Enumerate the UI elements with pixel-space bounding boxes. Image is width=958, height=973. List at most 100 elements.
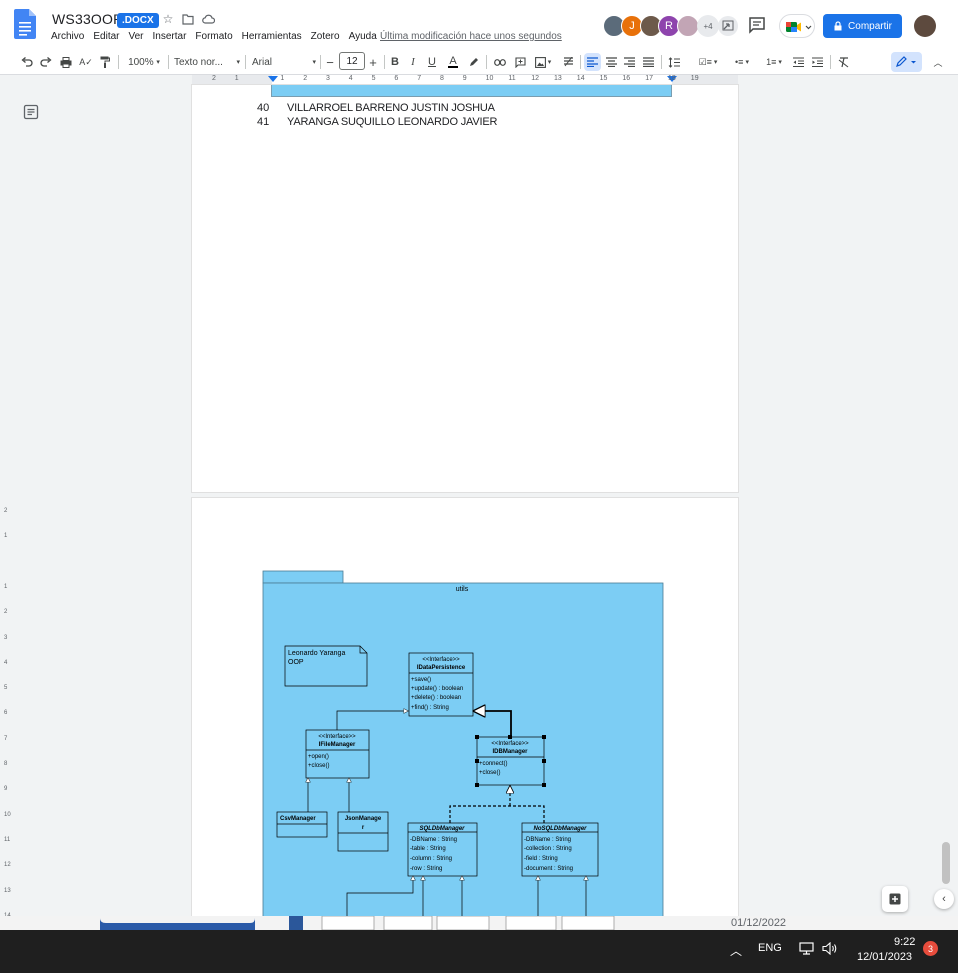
redo-icon[interactable]: [38, 53, 54, 71]
menu-editar[interactable]: Editar: [93, 31, 119, 42]
ruler-label: 3: [4, 634, 8, 641]
ruler-label: 2: [4, 508, 8, 514]
ruler-label: 2: [4, 609, 8, 616]
align-right-icon[interactable]: [622, 53, 637, 71]
menu-archivo[interactable]: Archivo: [51, 31, 84, 42]
editing-mode-button[interactable]: [891, 52, 922, 72]
underline-icon[interactable]: U: [425, 53, 439, 71]
ruler-label: 1: [234, 75, 239, 82]
explore-button[interactable]: [882, 886, 908, 912]
show-hidden-icons-icon[interactable]: ︿: [729, 942, 743, 959]
side-panel-toggle-icon[interactable]: ‹: [934, 889, 954, 909]
increase-indent-icon[interactable]: [810, 53, 825, 71]
menu-zotero[interactable]: Zotero: [311, 31, 340, 42]
collapse-icon[interactable]: ︿: [931, 53, 945, 71]
uml-class-diagram[interactable]: utils Leonardo Yaranga OOP <<Interface>>…: [262, 570, 664, 918]
ruler-label: 2: [212, 75, 216, 82]
text-color-icon[interactable]: A: [445, 53, 461, 71]
font-size-input[interactable]: 12: [339, 52, 365, 70]
paragraph-style-select[interactable]: Texto nor... ▾: [174, 53, 240, 71]
ruler-label: 17: [645, 75, 653, 82]
star-icon[interactable]: ☆: [160, 11, 176, 27]
notification-badge[interactable]: 3: [923, 941, 938, 956]
bold-icon[interactable]: B: [388, 53, 402, 71]
vertical-ruler: 211234567891011121314: [0, 85, 14, 919]
ruler-label: 13: [554, 75, 562, 82]
ruler-label: 14: [576, 75, 585, 82]
cloud-status-icon[interactable]: [200, 11, 216, 27]
checklist-icon[interactable]: ☑≡ ▾: [694, 53, 722, 71]
class-ifilemanager: <<Interface>> IFileManager +open() +clos…: [305, 729, 370, 779]
italic-icon[interactable]: I: [406, 53, 420, 71]
language-indicator[interactable]: ENG: [758, 942, 782, 954]
document-outline-icon[interactable]: [23, 104, 39, 120]
class-idbmanager: <<Interface>> IDBManager +connect() +clo…: [475, 735, 546, 787]
bullet-list-icon[interactable]: •≡ ▾: [728, 53, 756, 71]
network-icon[interactable]: [797, 942, 815, 955]
volume-icon[interactable]: [821, 942, 839, 955]
text-style-icon[interactable]: [560, 53, 576, 71]
more-collaborators-badge[interactable]: +4: [697, 15, 719, 37]
docs-logo-icon[interactable]: [14, 9, 36, 39]
document-title[interactable]: WS33OOP: [52, 11, 123, 27]
share-button[interactable]: Compartir: [823, 14, 902, 38]
class-jsonmanager: JsonManage r: [337, 811, 389, 852]
row-number: 40: [257, 102, 270, 114]
clock-date[interactable]: 12/01/2023: [857, 951, 912, 963]
menu-herramientas[interactable]: Herramientas: [242, 31, 302, 42]
account-avatar[interactable]: [914, 15, 936, 37]
vertical-scrollbar[interactable]: [941, 85, 958, 917]
highlight-icon[interactable]: [465, 53, 481, 71]
justify-icon[interactable]: [641, 53, 656, 71]
class-name: IFileManager: [319, 742, 356, 748]
ruler-label: 2: [303, 75, 308, 82]
operation: +connect(): [479, 761, 508, 767]
background-date-text: 01/12/2022: [731, 917, 787, 929]
zoom-select[interactable]: 100% ▾: [125, 53, 163, 71]
undo-icon[interactable]: [19, 53, 35, 71]
increase-font-size-button[interactable]: +: [366, 53, 380, 71]
clock-time[interactable]: 9:22: [894, 936, 915, 948]
image-icon[interactable]: ▾: [531, 53, 555, 71]
attribute: -document : String: [524, 866, 573, 872]
numbered-list-icon[interactable]: 1≡ ▾: [760, 53, 788, 71]
menu-formato[interactable]: Formato: [195, 31, 232, 42]
operation: +find() : String: [411, 705, 449, 711]
scrollbar-thumb[interactable]: [942, 842, 950, 884]
align-left-icon[interactable]: [584, 53, 601, 71]
print-icon[interactable]: [58, 53, 74, 71]
class-sqldbmanager: SQLDbManager -DBName : String -table : S…: [407, 822, 478, 877]
class-name: JsonManage: [345, 816, 382, 822]
ruler-label: 6: [4, 710, 8, 717]
menu-insertar[interactable]: Insertar: [153, 31, 187, 42]
table-header-cell: [271, 85, 672, 97]
ruler-label: 5: [371, 75, 376, 82]
meet-button[interactable]: [779, 14, 815, 38]
class-nosqldbmanager: NoSQLDbManager -DBName : String -collect…: [521, 822, 599, 877]
comments-icon[interactable]: [748, 16, 766, 34]
document-page[interactable]: [192, 85, 738, 492]
attribute: -table : String: [410, 846, 446, 852]
clear-format-icon[interactable]: [835, 53, 851, 71]
link-icon[interactable]: [492, 53, 508, 71]
stereotype: <<Interface>>: [422, 657, 460, 663]
move-folder-icon[interactable]: [180, 11, 196, 27]
spellcheck-icon[interactable]: A✓: [78, 53, 94, 71]
ruler-label: 9: [462, 75, 467, 82]
ruler-label: 3: [326, 75, 330, 82]
font-family-select[interactable]: Arial ▾: [252, 53, 316, 71]
collaborator-avatar[interactable]: [677, 15, 699, 37]
decrease-indent-icon[interactable]: [791, 53, 806, 71]
align-center-icon[interactable]: [604, 53, 619, 71]
present-icon[interactable]: [718, 16, 738, 36]
last-edit-link[interactable]: Última modificación hace unos segundos: [380, 31, 562, 42]
line-spacing-icon[interactable]: [666, 53, 681, 71]
paint-format-icon[interactable]: [97, 53, 113, 71]
operation: +delete() : boolean: [411, 695, 461, 701]
comment-add-icon[interactable]: [512, 53, 528, 71]
menu-ver[interactable]: Ver: [128, 31, 143, 42]
ruler-label: 15: [599, 75, 608, 82]
decrease-font-size-button[interactable]: −: [323, 53, 337, 71]
menu-ayuda[interactable]: Ayuda: [349, 31, 377, 42]
left-indent-marker[interactable]: [267, 75, 279, 83]
